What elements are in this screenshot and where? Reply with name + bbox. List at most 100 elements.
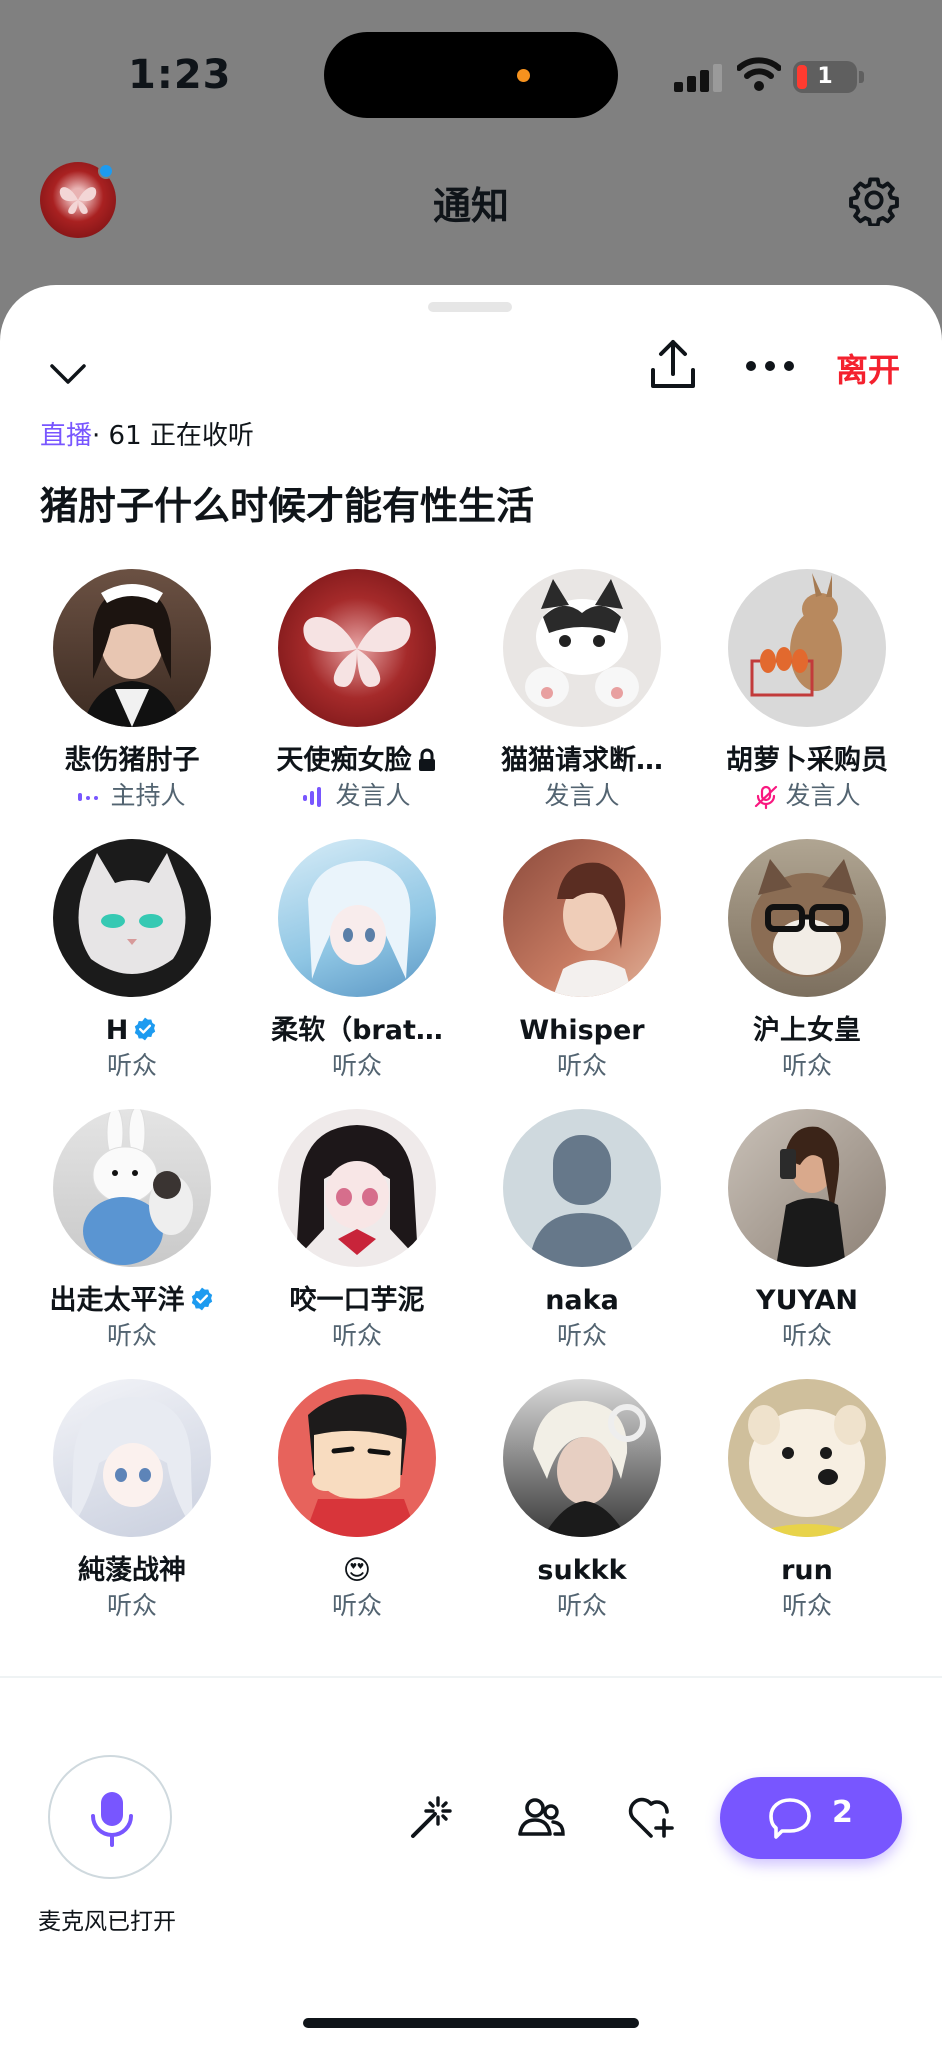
participant-name: 胡萝卜采购员 xyxy=(726,745,888,776)
participant[interactable]: 沪上女皇 听众 xyxy=(694,839,920,1099)
chat-count: 2 xyxy=(832,1795,853,1830)
participants-grid: 悲伤猪肘子 主持人 天使痴女脸 发言人 猫猫请求断… 发言人 胡萝卜采购员 发言… xyxy=(0,569,942,1632)
more-options-icon[interactable] xyxy=(746,361,796,375)
magic-wand-icon[interactable] xyxy=(405,1792,457,1844)
avatar xyxy=(53,1379,211,1537)
settings-gear-icon[interactable] xyxy=(848,174,900,226)
participant[interactable]: sukkk 听众 xyxy=(469,1379,695,1632)
participant-name: 😍 xyxy=(342,1555,372,1586)
avatar xyxy=(728,1379,886,1537)
participant[interactable]: 😍 听众 xyxy=(244,1379,470,1632)
participant-role: 听众 xyxy=(781,1591,832,1620)
participant-name: Whisper xyxy=(519,1015,645,1046)
dynamic-island xyxy=(324,32,618,118)
avatar xyxy=(728,839,886,997)
participant-name: sukkk xyxy=(537,1555,627,1586)
microphone-status: 麦克风已打开 xyxy=(38,1909,176,1935)
avatar xyxy=(503,839,661,997)
participant[interactable]: 柔软（brat… 听众 xyxy=(244,839,470,1099)
mic-indicator-dot xyxy=(517,69,530,82)
participant-role: 听众 xyxy=(331,1591,382,1620)
avatar xyxy=(278,839,436,997)
avatar xyxy=(53,839,211,997)
signal-icon xyxy=(674,62,722,92)
participant-name: naka xyxy=(545,1285,619,1316)
participant-name: YUYAN xyxy=(756,1285,858,1316)
participant-role: 听众 xyxy=(331,1321,382,1350)
participant[interactable]: 純蔆战神 听众 xyxy=(19,1379,245,1632)
participant[interactable]: 猫猫请求断… 发言人 xyxy=(469,569,695,829)
speaking-icon xyxy=(303,787,322,807)
participant-name: 天使痴女脸 xyxy=(276,745,412,776)
participant-name: 悲伤猪肘子 xyxy=(64,745,200,776)
participant-role: 发言人 xyxy=(335,781,411,810)
participant[interactable]: 悲伤猪肘子 主持人 xyxy=(19,569,245,829)
bottom-divider xyxy=(0,1676,942,1678)
avatar xyxy=(278,569,436,727)
participant-name: 出走太平洋 xyxy=(49,1285,185,1316)
verified-badge-icon xyxy=(191,1287,212,1311)
participant-role: 听众 xyxy=(556,1591,607,1620)
space-sheet: 离开 直播· 61 正在收听 猪肘子什么时候才能有性生活 悲伤猪肘子 主持人 天… xyxy=(0,285,942,2048)
chat-button[interactable]: 2 xyxy=(720,1777,902,1859)
verified-badge-icon xyxy=(135,1017,156,1041)
participant-name: 猫猫请求断… xyxy=(501,745,663,776)
participant-role: 听众 xyxy=(781,1321,832,1350)
chat-bubble-icon xyxy=(769,1798,811,1839)
participant-role: 听众 xyxy=(106,1051,157,1080)
host-audio-icon xyxy=(78,793,99,801)
participant-role: 听众 xyxy=(106,1591,157,1620)
avatar xyxy=(278,1109,436,1267)
people-icon[interactable] xyxy=(515,1792,567,1844)
participant-role: 听众 xyxy=(106,1321,157,1350)
page-title: 通知 xyxy=(432,184,509,228)
participant-role: 发言人 xyxy=(785,781,861,810)
chevron-down-icon[interactable] xyxy=(46,352,90,396)
participant[interactable]: 出走太平洋 听众 xyxy=(19,1109,245,1369)
avatar xyxy=(503,569,661,727)
heart-plus-icon[interactable] xyxy=(625,1792,677,1844)
sheet-grabber[interactable] xyxy=(428,302,512,312)
microphone-icon xyxy=(91,1792,133,1847)
participant[interactable]: 咬一口芋泥 听众 xyxy=(244,1109,470,1369)
avatar xyxy=(728,569,886,727)
mic-muted-icon xyxy=(755,785,778,810)
listener-count: · 61 正在收听 xyxy=(92,421,254,451)
battery-icon: 1 xyxy=(793,61,857,93)
participant-name: 柔软（brat… xyxy=(271,1015,443,1046)
wifi-icon xyxy=(737,57,781,91)
participant-name: H xyxy=(105,1015,129,1046)
lock-icon xyxy=(418,748,435,771)
avatar xyxy=(278,1379,436,1537)
participant-role: 听众 xyxy=(556,1051,607,1080)
participant[interactable]: 胡萝卜采购员 发言人 xyxy=(694,569,920,829)
participant-name: run xyxy=(781,1555,833,1586)
microphone-button[interactable] xyxy=(48,1755,172,1879)
avatar xyxy=(503,1379,661,1537)
participant-role: 发言人 xyxy=(544,781,620,810)
status-bar: 1:23 1 xyxy=(0,0,942,150)
battery-level: 1 xyxy=(817,64,833,89)
participant-role: 听众 xyxy=(781,1051,832,1080)
avatar xyxy=(53,1109,211,1267)
participant[interactable]: run 听众 xyxy=(694,1379,920,1632)
participant[interactable]: naka 听众 xyxy=(469,1109,695,1369)
space-title: 猪肘子什么时候才能有性生活 xyxy=(40,484,535,528)
live-label: 直播 xyxy=(40,421,93,451)
participant[interactable]: Whisper 听众 xyxy=(469,839,695,1099)
share-icon[interactable] xyxy=(648,338,698,392)
home-indicator[interactable] xyxy=(303,2018,639,2028)
participant-name: 沪上女皇 xyxy=(753,1015,861,1046)
participant-name: 純蔆战神 xyxy=(78,1555,186,1586)
avatar xyxy=(728,1109,886,1267)
default-avatar xyxy=(503,1109,661,1267)
participant[interactable]: H 听众 xyxy=(19,839,245,1099)
participant[interactable]: YUYAN 听众 xyxy=(694,1109,920,1369)
avatar xyxy=(53,569,211,727)
participant-role: 听众 xyxy=(331,1051,382,1080)
leave-button[interactable]: 离开 xyxy=(836,345,900,391)
status-time: 1:23 xyxy=(128,52,232,98)
participant[interactable]: 天使痴女脸 发言人 xyxy=(244,569,470,829)
space-meta: 直播· 61 正在收听 xyxy=(40,415,254,452)
participant-role: 听众 xyxy=(556,1321,607,1350)
